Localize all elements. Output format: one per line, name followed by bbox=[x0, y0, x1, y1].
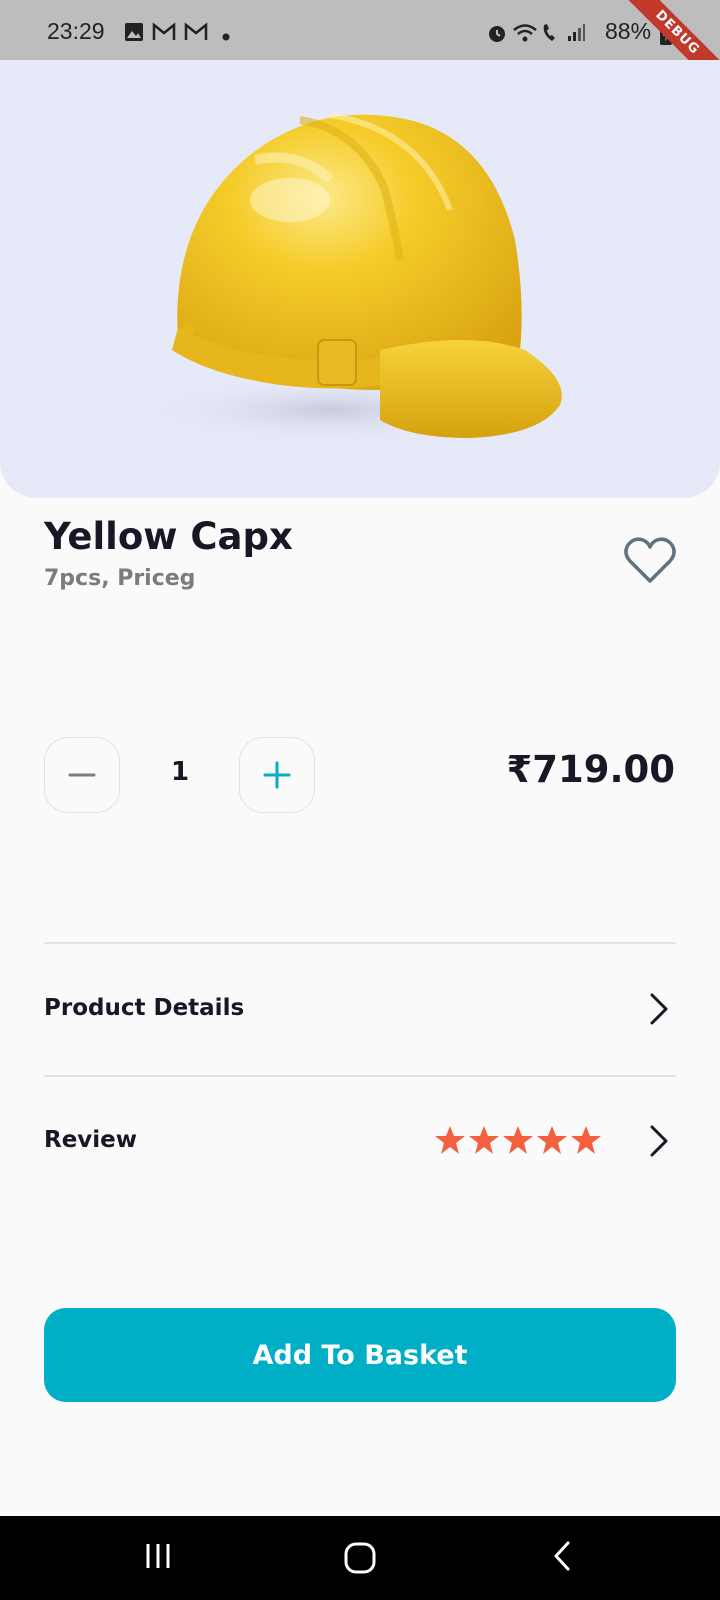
divider bbox=[44, 1075, 676, 1077]
product-price: ₹719.00 bbox=[506, 748, 675, 791]
battery-percentage: 88% bbox=[605, 18, 652, 44]
plus-icon bbox=[263, 761, 291, 789]
wifi-icon bbox=[513, 24, 537, 42]
back-icon[interactable] bbox=[550, 1540, 574, 1572]
gallery-icon bbox=[125, 23, 143, 41]
star-icon bbox=[469, 1126, 499, 1154]
home-icon[interactable] bbox=[342, 1540, 378, 1576]
minus-icon bbox=[68, 773, 96, 777]
status-time: 23:29 bbox=[47, 18, 105, 44]
chevron-right-icon[interactable] bbox=[648, 1124, 670, 1158]
product-title: Yellow Capx bbox=[44, 515, 293, 558]
hard-hat-image bbox=[130, 112, 562, 445]
product-subtitle: 7pcs, Priceg bbox=[44, 566, 196, 591]
gmail-icon bbox=[152, 22, 176, 40]
add-to-basket-button[interactable]: Add To Basket bbox=[44, 1308, 676, 1402]
quantity-value: 1 bbox=[170, 757, 190, 787]
chevron-right-icon[interactable] bbox=[648, 992, 670, 1026]
star-icon bbox=[537, 1126, 567, 1154]
star-icon bbox=[503, 1126, 533, 1154]
review-label[interactable]: Review bbox=[44, 1127, 137, 1153]
star-icon bbox=[435, 1126, 465, 1154]
product-image-area bbox=[0, 60, 720, 498]
rating-stars bbox=[434, 1124, 602, 1156]
alarm-icon bbox=[489, 26, 505, 42]
recent-apps-icon[interactable] bbox=[142, 1540, 174, 1572]
decrease-quantity-button[interactable] bbox=[44, 737, 120, 813]
gmail-icon bbox=[184, 22, 208, 40]
signal-icon bbox=[568, 24, 585, 41]
favorite-button[interactable] bbox=[622, 535, 678, 587]
wifi-calling-icon bbox=[543, 24, 555, 41]
star-icon bbox=[571, 1126, 601, 1154]
system-navigation-bar bbox=[0, 1516, 720, 1600]
product-details-label[interactable]: Product Details bbox=[44, 995, 244, 1021]
heart-icon bbox=[624, 537, 676, 583]
notification-dot-icon bbox=[222, 33, 230, 41]
status-bar: 23:29 88% DEBUG bbox=[0, 0, 720, 101]
increase-quantity-button[interactable] bbox=[239, 737, 315, 813]
divider bbox=[44, 942, 676, 944]
